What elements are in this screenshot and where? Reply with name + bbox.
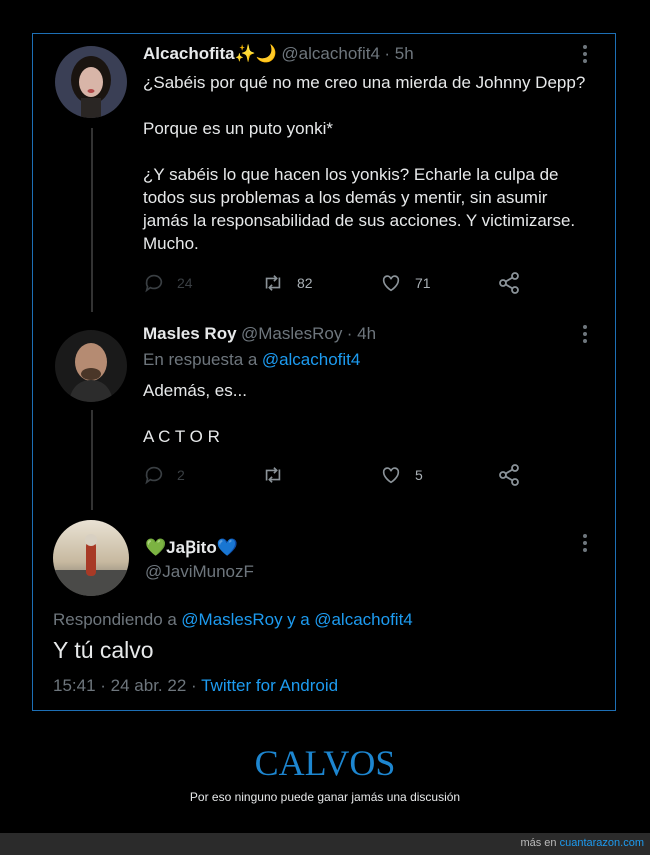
reply-count: 24 [177,275,193,291]
tweet-text: Y tú calvo [53,636,154,664]
tweet-text: Además, es... A C T O R [143,379,247,448]
retweet-button[interactable] [261,464,379,486]
tweet-actions: 2 5 [143,463,615,487]
tweet-meta: 15:41 · 24 abr. 22 · Twitter for Android [53,676,338,696]
tweet-line: A C T O R [143,427,220,446]
avatar[interactable] [55,330,127,402]
tweet-line: Porque es un puto yonki* [143,119,333,138]
reply-prefix: En respuesta a [143,350,258,369]
more-options-icon[interactable] [580,324,590,344]
heart-icon [382,275,400,292]
share-icon [499,272,519,294]
thread-line [91,128,93,312]
display-name[interactable]: Alcachofita✨🌙 [143,44,277,63]
tweet-line: Mucho. [143,234,199,253]
more-options-icon[interactable] [580,533,590,553]
credit-prefix: más en [520,837,557,849]
retweet-count: 82 [297,275,313,291]
replying-to-link[interactable]: @MaslesRoy [181,610,282,629]
tweet-line: todos sus problemas a los demás y mentir… [143,188,548,207]
share-button[interactable] [497,271,615,295]
tweet-time[interactable]: · 5h [384,44,413,63]
site-link[interactable]: cuantarazon.com [560,837,644,849]
share-icon [499,464,519,486]
thread-line [91,410,93,510]
tweet-line: Y tú calvo [53,637,154,663]
display-name[interactable]: 💚JaꞴito💙 [145,538,238,557]
tweet-actions: 24 82 71 [143,271,615,295]
tweet-time[interactable]: · 4h [347,324,376,343]
retweet-icon [265,275,281,291]
tweet-header: Alcachofita✨🌙 @alcachofit4 · 5h [143,44,414,64]
site-credit: más en cuantarazon.com [520,837,644,849]
caption-title: CALVOS [254,743,396,783]
replying-and: y a [287,610,310,629]
user-handle[interactable]: @MaslesRoy [241,324,342,343]
retweet-icon [265,467,281,483]
reply-icon [145,274,163,293]
tweet-header: 💚JaꞴito💙 [145,535,238,558]
tweet-line: jamás la responsabilidad de sus acciones… [143,211,576,230]
like-button[interactable]: 5 [379,464,497,486]
replying-to-link[interactable]: @alcachofit4 [314,610,413,629]
tweet-header: @JaviMunozF [145,562,254,582]
reply-count: 2 [177,467,185,483]
avatar[interactable] [53,520,129,596]
reply-context: En respuesta a @alcachofit4 [143,350,360,370]
like-count: 5 [415,467,423,483]
reply-to-link[interactable]: @alcachofit4 [262,350,361,369]
reply-icon [145,466,163,485]
user-handle[interactable]: @alcachofit4 [281,44,380,63]
user-handle[interactable]: @JaviMunozF [145,562,254,581]
like-count: 71 [415,275,431,291]
tweet-text: ¿Sabéis por qué no me creo una mierda de… [143,71,613,255]
tweet-client-link[interactable]: Twitter for Android [201,676,338,695]
tweet-line: ¿Y sabéis lo que hacen los yonkis? Echar… [143,165,559,184]
bottom-bar: más en cuantarazon.com [0,833,650,855]
tweet-header: Masles Roy @MaslesRoy · 4h [143,324,376,344]
retweet-button[interactable]: 82 [261,272,379,294]
replying-prefix: Respondiendo a [53,610,177,629]
reply-button[interactable]: 2 [143,464,261,486]
tweet-line: Además, es... [143,381,247,400]
replying-context: Respondiendo a @MaslesRoy y a @alcachofi… [53,610,413,630]
display-name[interactable]: Masles Roy [143,324,237,343]
more-options-icon[interactable] [580,44,590,64]
heart-icon [382,467,400,484]
reply-button[interactable]: 24 [143,272,261,294]
avatar[interactable] [55,46,127,118]
tweet-line: ¿Sabéis por qué no me creo una mierda de… [143,73,586,92]
caption-subtitle: Por eso ninguno puede ganar jamás una di… [189,790,461,804]
share-button[interactable] [497,463,615,487]
like-button[interactable]: 71 [379,272,497,294]
tweet-timestamp[interactable]: 15:41 · 24 abr. 22 · [53,676,197,695]
